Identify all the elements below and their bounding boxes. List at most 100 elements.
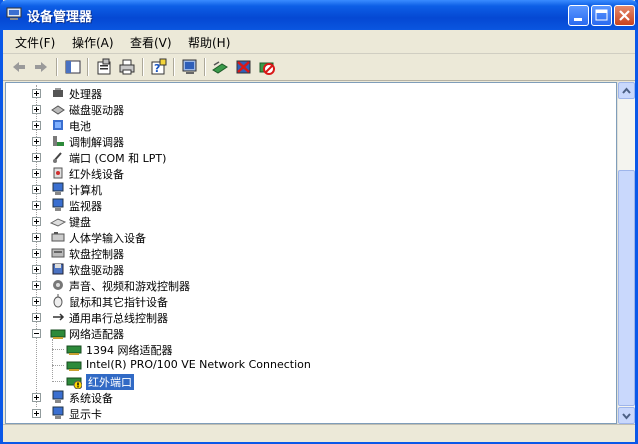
- battery-icon: [53, 120, 63, 130]
- floppy-drive-icon: [52, 263, 64, 275]
- expand-icon[interactable]: [32, 281, 41, 290]
- expand-icon[interactable]: [32, 153, 41, 162]
- expand-icon[interactable]: [32, 409, 41, 418]
- uninstall-icon[interactable]: [234, 57, 254, 77]
- expand-icon[interactable]: [32, 105, 41, 114]
- network-adapter-icon: [66, 361, 82, 371]
- tree-category-item[interactable]: 网络适配器: [6, 325, 606, 341]
- tree-category-item[interactable]: 电池: [6, 117, 606, 133]
- tree-category-item[interactable]: 端口 (COM 和 LPT): [6, 149, 606, 165]
- expand-icon[interactable]: [32, 249, 41, 258]
- menu-help[interactable]: 帮助(H): [188, 34, 230, 51]
- menu-action[interactable]: 操作(A): [72, 34, 114, 51]
- sound-icon: [53, 280, 63, 290]
- scroll-down-button[interactable]: [618, 407, 635, 424]
- expand-icon[interactable]: [32, 217, 41, 226]
- tree-category-item[interactable]: 声音、视频和游戏控制器: [6, 277, 606, 293]
- scroll-up-button[interactable]: [618, 82, 635, 99]
- device-tree[interactable]: 处理器磁盘驱动器电池 调制解调器端口 (COM 和 LPT) 红外线设备计算机监视器…: [5, 82, 617, 424]
- computer-icon: [52, 182, 64, 195]
- tree-item-label: 处理器: [69, 88, 102, 101]
- tree-item-label: 红外线设备: [69, 168, 124, 181]
- device-manager-window: 设备管理器 文件(F) 操作(A) 查看(V) 帮助(H) ? 处理器磁盘驱动: [0, 0, 638, 444]
- expand-icon[interactable]: [32, 201, 41, 210]
- hid-icon: [51, 232, 65, 242]
- minimize-button[interactable]: [568, 5, 589, 26]
- tree-item-label: 红外端口: [86, 374, 134, 390]
- tree-category-item[interactable]: 计算机: [6, 181, 606, 197]
- tree-category-item[interactable]: 软盘驱动器: [6, 261, 606, 277]
- tree-child-item[interactable]: 红外端口: [6, 373, 606, 390]
- properties-icon[interactable]: [94, 57, 114, 77]
- disk-drive-icon: [51, 105, 65, 115]
- network-adapter-icon: [66, 345, 82, 355]
- tree-category-item[interactable]: 监视器: [6, 197, 606, 213]
- tree-category-item[interactable]: 键盘: [6, 213, 606, 229]
- chevron-down-icon: [622, 413, 631, 420]
- title-bar[interactable]: 设备管理器: [0, 0, 638, 30]
- floppy-controller-icon: [51, 248, 65, 258]
- expand-icon[interactable]: [32, 169, 41, 178]
- infrared-icon: [53, 167, 63, 179]
- device-manager-icon: [6, 7, 22, 20]
- tree-category-item[interactable]: 软盘控制器: [6, 245, 606, 261]
- vertical-scrollbar[interactable]: [617, 82, 635, 424]
- toolbar: ?: [3, 54, 635, 81]
- usb-icon: [53, 313, 65, 321]
- help-icon[interactable]: ?: [149, 57, 169, 77]
- tree-item-label: 电池: [69, 120, 91, 133]
- toolbar-separator: [87, 58, 89, 76]
- scan-hardware-icon[interactable]: [180, 57, 200, 77]
- port-icon: [53, 152, 62, 163]
- scroll-thumb[interactable]: [618, 170, 635, 406]
- tree-item-label: 软盘驱动器: [69, 264, 124, 277]
- toolbar-separator: [142, 58, 144, 76]
- tree-item-label: 磁盘驱动器: [69, 104, 124, 117]
- tree-item-label: 端口 (COM 和 LPT): [69, 152, 167, 165]
- tree-category-item[interactable]: 人体学输入设备: [6, 229, 606, 245]
- forward-icon[interactable]: [31, 57, 51, 77]
- svg-text:?: ?: [154, 62, 160, 75]
- tree-item-label: 监视器: [69, 200, 102, 213]
- tree-item-label: 声音、视频和游戏控制器: [69, 280, 190, 293]
- expand-icon[interactable]: [32, 185, 41, 194]
- keyboard-icon: [50, 218, 66, 227]
- maximize-button[interactable]: [591, 5, 612, 26]
- tree-child-item[interactable]: 1394 网络适配器: [6, 341, 606, 357]
- toolbar-separator: [173, 58, 175, 76]
- expand-icon[interactable]: [32, 137, 41, 146]
- back-icon[interactable]: [9, 57, 29, 77]
- tree-item-label: 计算机: [69, 184, 102, 197]
- tree-category-item[interactable]: 鼠标和其它指针设备: [6, 293, 606, 309]
- update-driver-icon[interactable]: [210, 57, 230, 77]
- toolbar-separator: [204, 58, 206, 76]
- tree-child-item[interactable]: Intel(R) PRO/100 VE Network Connection: [6, 357, 606, 373]
- collapse-icon[interactable]: [32, 329, 41, 338]
- console-tree-icon[interactable]: [63, 57, 83, 77]
- tree-item-label: 系统设备: [69, 392, 113, 405]
- tree-category-item[interactable]: 处理器: [6, 85, 606, 101]
- tree-category-item[interactable]: 系统设备: [6, 389, 606, 405]
- expand-icon[interactable]: [32, 121, 41, 130]
- expand-icon[interactable]: [32, 265, 41, 274]
- tree-category-item[interactable]: 通用串行总线控制器: [6, 309, 606, 325]
- maximize-icon: [595, 9, 608, 21]
- tree-category-item[interactable]: 红外线设备: [6, 165, 606, 181]
- expand-icon[interactable]: [32, 393, 41, 402]
- tree-item-label: 鼠标和其它指针设备: [69, 296, 168, 309]
- menu-file[interactable]: 文件(F): [15, 34, 55, 51]
- tree-item-label: Intel(R) PRO/100 VE Network Connection: [86, 358, 311, 371]
- print-icon[interactable]: [117, 57, 137, 77]
- close-icon: [619, 10, 630, 21]
- tree-category-item[interactable]: 磁盘驱动器: [6, 101, 606, 117]
- expand-icon[interactable]: [32, 313, 41, 322]
- tree-connector-line: [52, 365, 64, 366]
- disable-icon[interactable]: [257, 57, 277, 77]
- expand-icon[interactable]: [32, 297, 41, 306]
- menu-view[interactable]: 查看(V): [130, 34, 172, 51]
- expand-icon[interactable]: [32, 89, 41, 98]
- tree-category-item[interactable]: 显示卡: [6, 405, 606, 421]
- tree-category-item[interactable]: 调制解调器: [6, 133, 606, 149]
- close-button[interactable]: [614, 5, 635, 26]
- expand-icon[interactable]: [32, 233, 41, 242]
